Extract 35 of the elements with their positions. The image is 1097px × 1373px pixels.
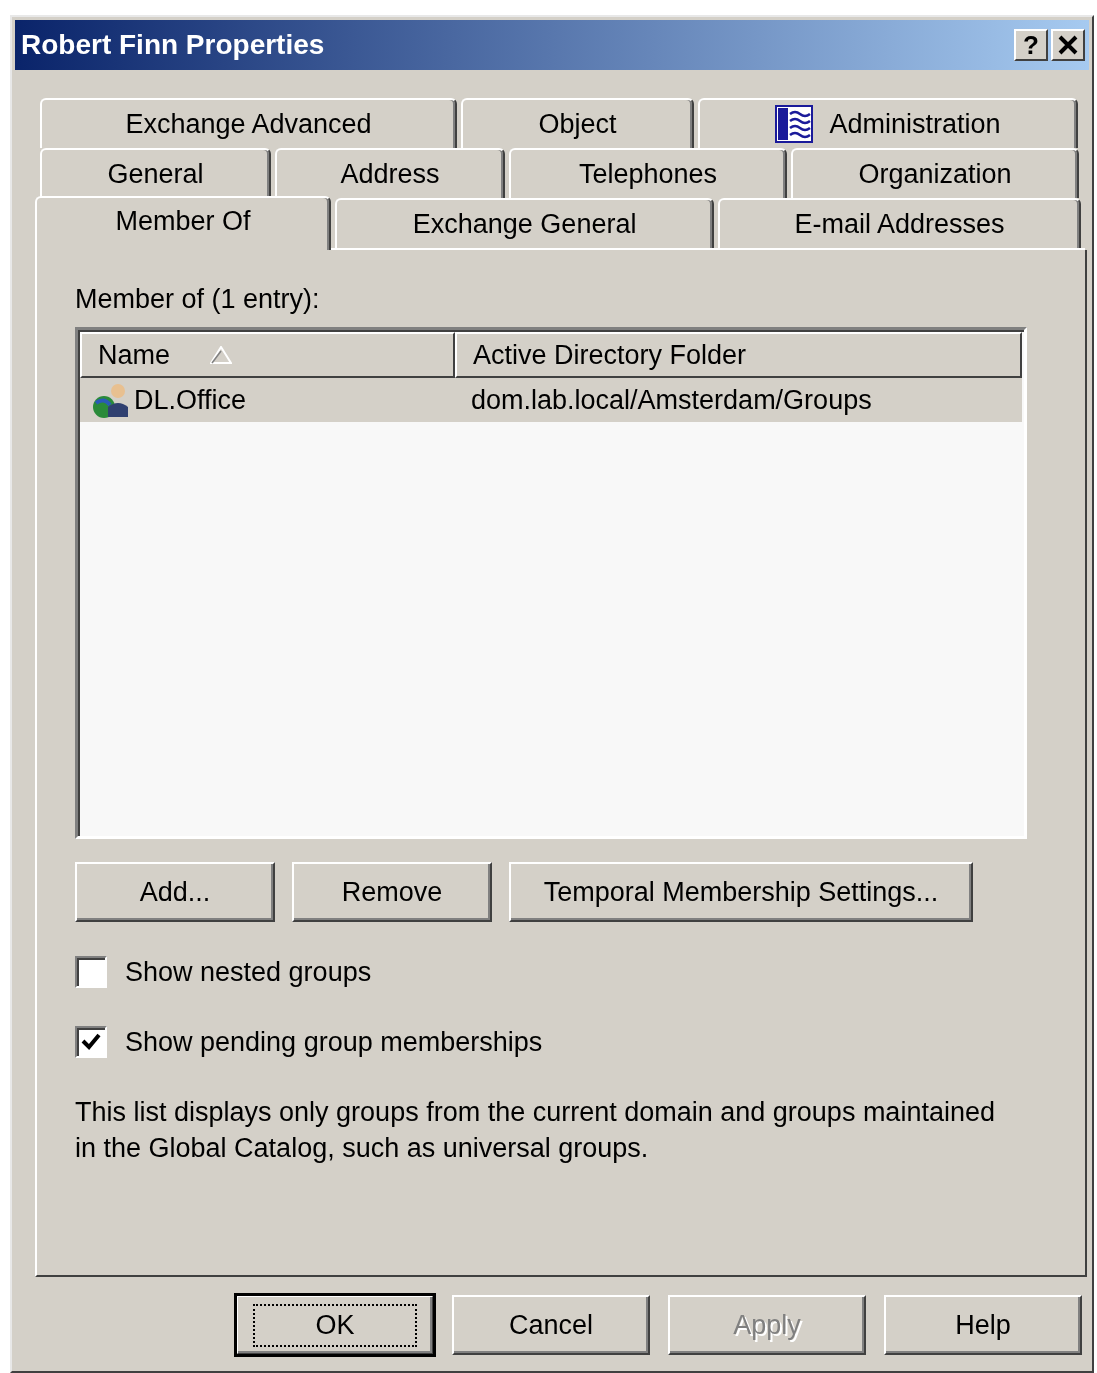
action-button[interactable]: Add... xyxy=(75,862,275,922)
tab[interactable]: Telephones xyxy=(509,148,787,198)
group-icon xyxy=(90,381,130,419)
window-title: Robert Finn Properties xyxy=(21,29,326,61)
tab[interactable]: Address xyxy=(275,148,505,198)
list-label: Member of (1 entry): xyxy=(75,284,320,315)
dialog-button[interactable]: Cancel xyxy=(452,1295,650,1355)
checkmark-icon xyxy=(81,1033,101,1051)
checkbox-label: Show nested groups xyxy=(125,956,372,988)
document-waves-icon xyxy=(775,105,814,143)
info-text: This list displays only groups from the current domain and groups maintained in the Global Catalog, such as universal groups. xyxy=(75,1096,996,1165)
tab[interactable]: Exchange General xyxy=(335,198,715,248)
member-list[interactable]: Name Active Directory Folder DL.Office dom.lab.local/Amsterdam/Groups xyxy=(75,327,1027,839)
action-button[interactable]: Temporal Membership Settings... xyxy=(509,862,973,922)
dialog-button[interactable]: Help xyxy=(884,1295,1082,1355)
tab[interactable]: Exchange Advanced xyxy=(40,98,457,148)
column-header[interactable]: Active Directory Folder xyxy=(455,332,1022,378)
folder-path: dom.lab.local/Amsterdam/Groups xyxy=(470,384,872,416)
tab[interactable]: Administration xyxy=(698,98,1078,148)
tab[interactable]: General xyxy=(40,148,271,198)
action-button[interactable]: Remove xyxy=(292,862,492,922)
tab[interactable]: E-mail Addresses xyxy=(718,198,1081,248)
close-icon xyxy=(1058,35,1078,55)
list-row[interactable]: DL.Office dom.lab.local/Amsterdam/Groups xyxy=(80,378,1022,422)
checkbox[interactable] xyxy=(75,956,107,988)
checkbox-label: Show pending group memberships xyxy=(125,1026,543,1058)
checkbox[interactable] xyxy=(75,1026,107,1058)
close-button[interactable] xyxy=(1051,29,1085,61)
dialog-button[interactable]: OK xyxy=(236,1295,434,1355)
tab[interactable]: Member Of xyxy=(35,196,332,250)
column-header[interactable]: Name xyxy=(80,332,455,378)
help-button[interactable]: ? xyxy=(1014,29,1048,61)
group-name: DL.Office xyxy=(134,384,247,416)
tab[interactable]: Object xyxy=(461,98,694,148)
tab[interactable]: Organization xyxy=(791,148,1079,198)
